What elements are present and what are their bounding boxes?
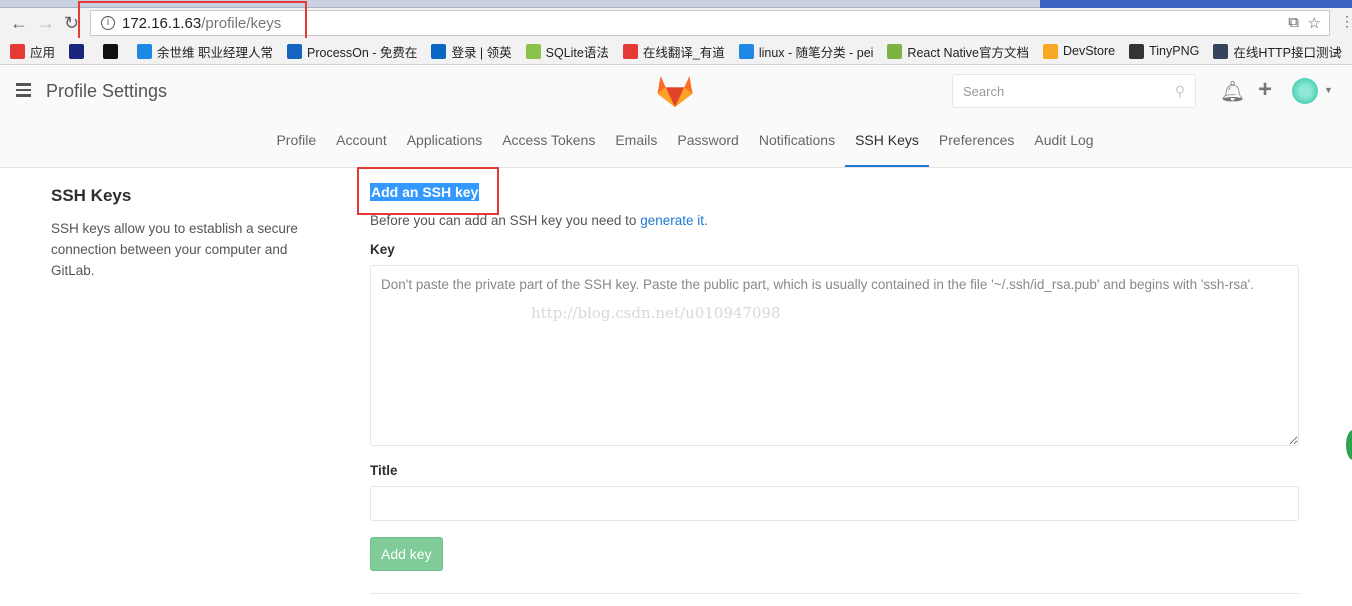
period: . — [703, 213, 708, 228]
bookmark-item[interactable]: linux - 随笔分类 - pei — [738, 42, 874, 61]
ef-icon — [69, 43, 85, 59]
sqlite-icon — [525, 43, 541, 59]
tab-notifications[interactable]: Notifications — [749, 116, 845, 167]
key-textarea[interactable] — [370, 265, 1299, 446]
divider — [370, 593, 1299, 594]
tab-access-tokens[interactable]: Access Tokens — [492, 116, 605, 167]
sidebar-info: SSH Keys SSH keys allow you to establish… — [51, 186, 321, 281]
title-input[interactable] — [370, 486, 1299, 521]
devstore-icon — [1042, 43, 1058, 59]
bookmark-item[interactable]: ProcessOn - 免费在 — [287, 42, 417, 61]
generate-link[interactable]: generate it — [640, 213, 704, 228]
key-label: Key — [370, 242, 395, 257]
annotation-box-heading — [357, 167, 499, 215]
bookmark-label: ProcessOn - 免费在 — [307, 45, 418, 60]
tab-ssh-keys[interactable]: SSH Keys — [845, 116, 929, 167]
gitlab-header: Profile Settings ⚲ 🔔︎ + ▼ — [0, 66, 1352, 116]
processon-icon — [287, 43, 302, 59]
cnblogs-icon — [738, 43, 754, 59]
search-input[interactable] — [953, 75, 1153, 107]
bookmarks-bar: 应用 余世维 职业经理人常 ProcessOn - 免费在 登录 | 领英 SQLite… — [0, 38, 1352, 65]
menu-icon[interactable]: ⋮ — [1340, 13, 1352, 30]
profile-subnav: Profile Account Applications Access Tokens E… — [0, 116, 1352, 168]
bookmark-item[interactable]: 在线HTTP接口测试 — [1213, 42, 1341, 61]
reload-icon[interactable]: ↻ — [64, 13, 79, 34]
watermark: http://blog.csdn.net/u010947098 — [531, 304, 781, 322]
before-text-content: Before you can add an SSH key you need t… — [370, 213, 641, 228]
hamburger-menu-icon[interactable] — [16, 83, 31, 100]
tumblr-icon — [1213, 43, 1229, 59]
star-icon[interactable]: ☆ — [1308, 14, 1321, 32]
bookmark-item[interactable]: 登录 | 领英 — [431, 42, 512, 61]
back-icon[interactable]: ← — [10, 13, 28, 34]
bookmark-label: DevStore — [1062, 44, 1116, 58]
bookmark-label: 在线HTTP接口测试 — [1233, 45, 1341, 60]
linkedin-icon — [431, 43, 447, 59]
tab-emails[interactable]: Emails — [605, 116, 667, 167]
plus-icon[interactable]: + — [1258, 76, 1272, 104]
bookmark-label: TinyPNG — [1149, 44, 1200, 58]
add-ssh-key-form: Add an SSH key Before you can add an SSH… — [370, 183, 1299, 571]
avatar[interactable] — [1292, 78, 1318, 104]
add-key-button[interactable]: Add key — [370, 537, 443, 571]
bookmark-label: 在线翻译_有道 — [642, 45, 725, 60]
bookmark-item[interactable] — [103, 43, 123, 59]
youdao-icon — [622, 43, 638, 59]
bookmark-item[interactable]: SQLite语法 — [525, 42, 609, 61]
bookmark-label: 登录 | 领英 — [451, 45, 512, 60]
page-title: Profile Settings — [46, 81, 168, 101]
bookmarks-overflow-icon[interactable]: » — [1335, 44, 1342, 58]
tab-account[interactable]: Account — [326, 116, 397, 167]
tab-profile[interactable]: Profile — [266, 116, 326, 167]
tab-password[interactable]: Password — [667, 116, 748, 167]
panda-icon — [1129, 43, 1145, 59]
search-icon[interactable]: ⚲ — [1175, 83, 1185, 100]
bell-icon[interactable]: 🔔︎ — [1220, 79, 1245, 104]
tab-preferences[interactable]: Preferences — [929, 116, 1024, 167]
tab-audit-log[interactable]: Audit Log — [1024, 116, 1103, 167]
bookmark-item[interactable]: 在线翻译_有道 — [622, 42, 725, 61]
tab-applications[interactable]: Applications — [397, 116, 493, 167]
before-text: Before you can add an SSH key you need t… — [370, 213, 1299, 228]
bookmark-label: 应用 — [30, 45, 56, 60]
play-icon — [137, 43, 153, 59]
bookmark-item[interactable]: React Native官方文档 — [887, 42, 1029, 61]
bookmark-item[interactable]: 应用 — [10, 42, 55, 61]
github-icon — [103, 43, 119, 59]
bookmark-item[interactable]: TinyPNG — [1129, 43, 1200, 59]
bookmark-label: React Native官方文档 — [907, 45, 1029, 60]
search-box[interactable]: ⚲ — [952, 74, 1196, 108]
side-widget[interactable] — [1346, 430, 1352, 460]
translate-icon[interactable]: ⧉ — [1288, 14, 1299, 31]
bookmark-item[interactable]: 余世维 职业经理人常 — [137, 42, 273, 61]
bookmark-item[interactable] — [69, 43, 89, 59]
section-description: SSH keys allow you to establish a secure… — [51, 221, 298, 278]
chevron-down-icon[interactable]: ▼ — [1324, 85, 1333, 95]
apps-grid-icon — [10, 43, 25, 59]
active-tab[interactable] — [1040, 0, 1352, 8]
forward-icon[interactable]: → — [37, 13, 55, 34]
title-label: Title — [370, 463, 398, 478]
annotation-box-url — [78, 1, 307, 41]
gitlab-logo-icon[interactable] — [656, 74, 694, 108]
bookmark-label: 余世维 职业经理人常 — [157, 45, 273, 60]
react-native-cn-icon — [887, 43, 903, 59]
bookmark-item[interactable]: DevStore — [1042, 43, 1116, 59]
section-heading: SSH Keys — [51, 186, 132, 205]
bookmark-label: SQLite语法 — [545, 45, 609, 60]
bookmark-label: linux - 随笔分类 - pei — [758, 45, 874, 60]
